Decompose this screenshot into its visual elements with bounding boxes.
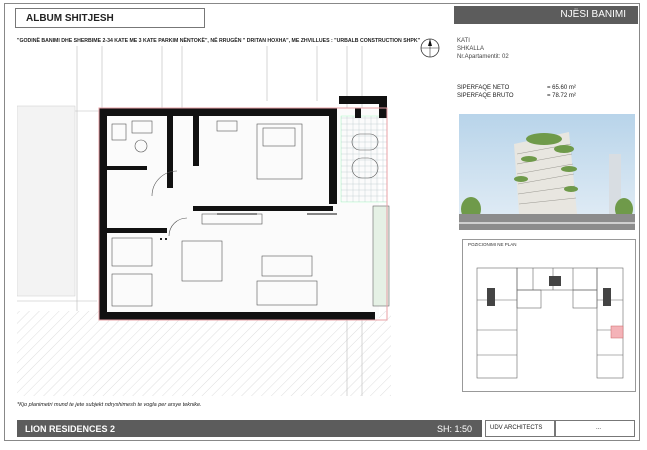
area-row-neto: SIPERFAQE NETO = 65.60 m² bbox=[457, 84, 597, 92]
footer-bar: LION RESIDENCES 2 SH: 1:50 bbox=[17, 420, 482, 437]
compass-icon bbox=[420, 38, 440, 58]
drawing-scale: SH: 1:50 bbox=[436, 424, 472, 434]
unit-info: KATI SHKALLA Nr.Apartamentit: 02 bbox=[457, 37, 509, 61]
architects-label: UDV ARCHITECTS bbox=[485, 420, 555, 437]
disclaimer-note: *Kjo planimetri mund te jete subjekt ndr… bbox=[17, 402, 202, 408]
area-value: = 65.60 m² bbox=[547, 85, 576, 91]
apartment-number: Nr.Apartamentit: 02 bbox=[457, 54, 509, 60]
building-render bbox=[459, 114, 635, 230]
area-table: SIPERFAQE NETO = 65.60 m² SIPERFAQE BRUT… bbox=[457, 84, 597, 100]
floor-label: KATI bbox=[457, 38, 470, 44]
area-label: SIPERFAQE BRUTO bbox=[457, 93, 514, 99]
area-value: = 78.72 m² bbox=[547, 93, 576, 99]
album-title: ALBUM SHITJESH bbox=[15, 8, 205, 28]
area-label: SIPERFAQE NETO bbox=[457, 85, 510, 91]
document-sheet: ALBUM SHITJESH NJËSI BANIMI "GODINË BANI… bbox=[4, 3, 640, 441]
stair-label: SHKALLA bbox=[457, 46, 485, 52]
project-description: "GODINË BANIMI DHE SHERBIME 2-34 KATE ME… bbox=[17, 38, 421, 44]
footer-extra: ... bbox=[555, 420, 635, 437]
area-row-bruto: SIPERFAQE BRUTO = 78.72 m² bbox=[457, 92, 597, 100]
project-name: LION RESIDENCES 2 bbox=[25, 424, 116, 434]
position-plan-drawing bbox=[476, 267, 624, 379]
floor-plan bbox=[17, 46, 391, 396]
section-title: NJËSI BANIMI bbox=[454, 6, 638, 24]
position-plan: POZICIONIMI NE PLAN bbox=[462, 239, 636, 392]
